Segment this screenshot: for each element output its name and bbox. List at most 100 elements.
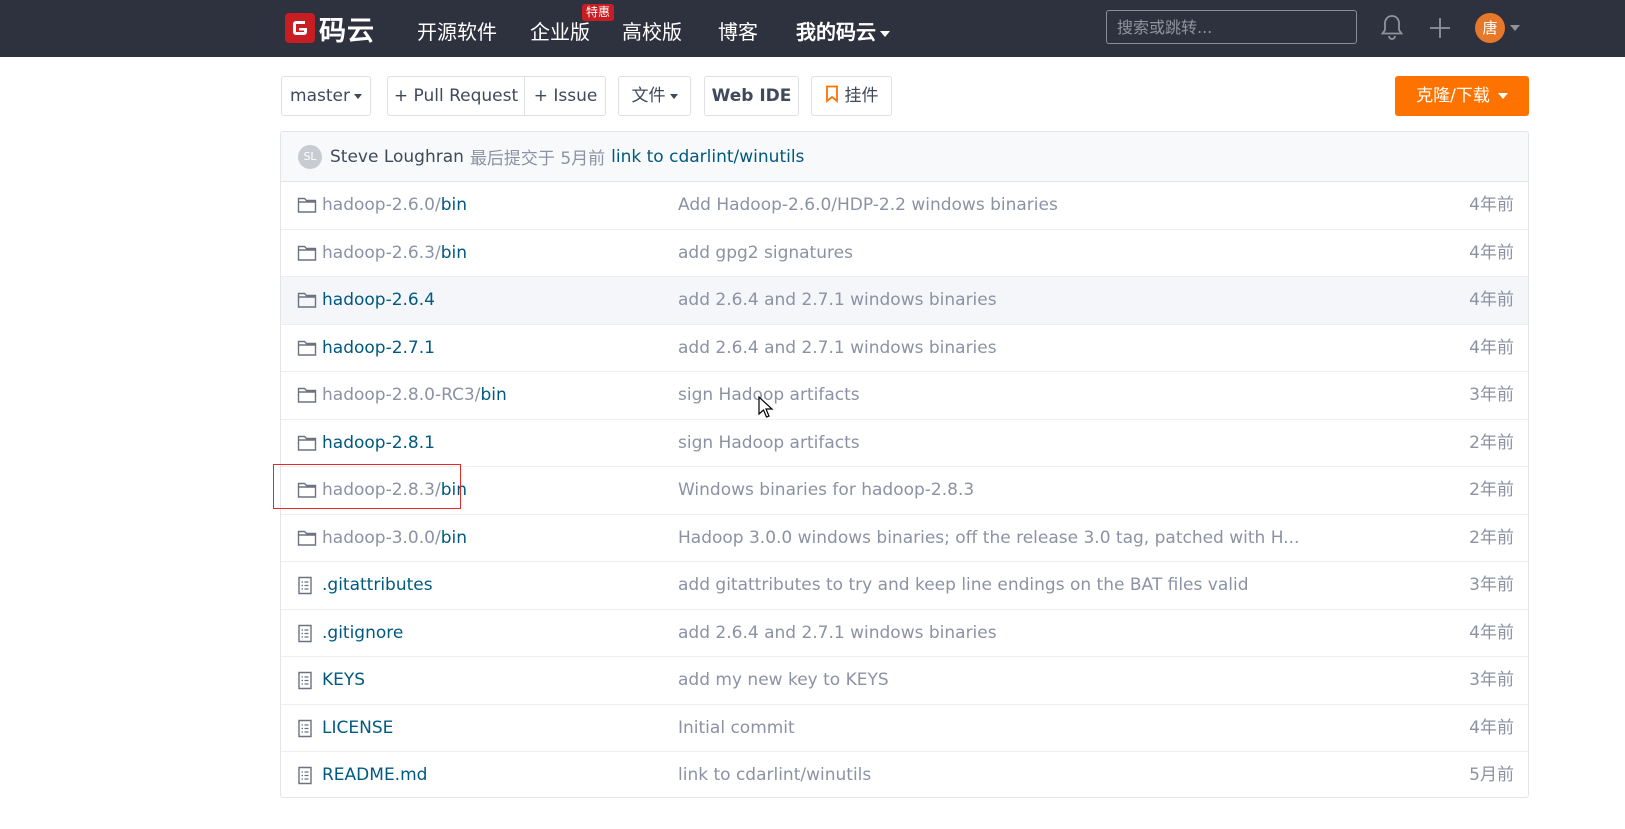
bookmark-icon [825,85,838,103]
last-commit-message[interactable]: add 2.6.4 and 2.7.1 windows binaries [678,610,997,657]
entry-name: hadoop-3.0.0/bin [322,515,467,562]
entry-name-link[interactable]: README.md [322,765,427,785]
last-commit-message[interactable]: Add Hadoop-2.6.0/HDP-2.2 windows binarie… [678,182,1058,229]
last-commit-time: 2年前 [1469,432,1514,453]
last-commit-time: 2年前 [1469,480,1514,500]
last-commit-message[interactable]: Initial commit [678,705,795,752]
folder-row[interactable]: hadoop-3.0.0/bin Hadoop 3.0.0 windows bin… [281,515,1528,562]
entry-name-link[interactable]: bin [441,528,467,548]
entry-name: hadoop-2.8.0-RC3/bin [322,372,507,419]
entry-name-link[interactable]: bin [480,385,506,405]
last-commit-message[interactable]: link to cdarlint/winutils [678,752,871,797]
folder-icon [297,291,317,314]
path-prefix[interactable]: hadoop-2.6.3/ [322,243,441,263]
file-icon [297,671,313,695]
folder-row[interactable]: hadoop-2.6.0/bin Add Hadoop-2.6.0/HDP-2.2… [281,182,1528,230]
nav-open-source[interactable]: 开源软件 [417,16,497,45]
file-row[interactable]: .gitattributes add gitattributes to try a… [281,562,1528,610]
promo-badge: 特惠 [582,4,615,21]
folder-row[interactable]: hadoop-2.6.3/bin add gpg2 signatures 4年前 [281,230,1528,277]
folder-row[interactable]: hadoop-2.6.4 add 2.6.4 and 2.7.1 windows … [281,277,1528,325]
folder-icon [297,386,317,409]
widget-label: 挂件 [844,86,879,106]
path-prefix[interactable]: hadoop-3.0.0/ [322,528,441,548]
file-list: SL Steve Loughran 最后提交于 5月前 link to cdar… [280,131,1529,798]
entry-name-link[interactable]: bin [441,243,467,263]
files-dropdown[interactable]: 文件 [618,76,691,116]
chevron-down-icon [353,93,362,99]
last-commit-time: 3年前 [1469,575,1514,595]
file-icon [297,766,313,790]
file-row[interactable]: README.md link to cdarlint/winutils 5月前 [281,752,1528,797]
folder-icon [297,339,317,362]
last-commit-message[interactable]: add my new key to KEYS [678,657,889,704]
nav-my-gitee[interactable]: 我的码云 [796,16,890,45]
commit-author-avatar[interactable]: SL [298,144,322,169]
widget-button[interactable]: 挂件 [811,76,892,116]
last-commit-message[interactable]: Windows binaries for hadoop-2.8.3 [678,467,974,514]
last-commit-time: 2年前 [1469,527,1514,548]
last-commit-message[interactable]: add 2.6.4 and 2.7.1 windows binaries [678,277,997,324]
last-commit-message[interactable]: Hadoop 3.0.0 windows binaries; off the r… [678,515,1299,562]
search-input[interactable]: 搜索或跳转... [1106,10,1357,44]
branch-select[interactable]: master [281,76,371,116]
entry-name-link[interactable]: hadoop-2.8.1 [322,433,435,453]
path-prefix[interactable]: hadoop-2.8.0-RC3/ [322,385,480,405]
nav-enterprise[interactable]: 企业版 [530,16,590,45]
folder-icon [297,529,317,552]
folder-row[interactable]: hadoop-2.8.1 sign Hadoop artifacts 2年前 [281,420,1528,467]
path-prefix[interactable]: hadoop-2.6.0/ [322,195,441,215]
folder-row[interactable]: hadoop-2.8.0-RC3/bin sign Hadoop artifact… [281,372,1528,420]
clone-download-button[interactable]: 克隆/下载 [1395,76,1529,116]
logo[interactable]: 码云 [285,12,375,47]
commit-message[interactable]: link to cdarlint/winutils [611,147,804,167]
last-commit-time: 4年前 [1469,622,1514,643]
chevron-down-icon[interactable] [1510,25,1520,31]
folder-row[interactable]: hadoop-2.7.1 add 2.6.4 and 2.7.1 windows … [281,325,1528,372]
file-row[interactable]: .gitignore add 2.6.4 and 2.7.1 windows bi… [281,610,1528,657]
file-row[interactable]: KEYS add my new key to KEYS 3年前 [281,657,1528,705]
clone-label: 克隆/下载 [1416,86,1490,106]
entry-name-link[interactable]: bin [441,195,467,215]
entry-name: LICENSE [322,705,393,752]
folder-row[interactable]: hadoop-2.8.3/bin Windows binaries for had… [281,467,1528,515]
plus-icon[interactable] [1428,16,1452,44]
file-icon [297,576,313,600]
entry-name-link[interactable]: .gitignore [322,623,403,643]
folder-icon [297,434,317,457]
file-row[interactable]: LICENSE Initial commit 4年前 [281,705,1528,752]
nav-education[interactable]: 高校版 [622,16,682,45]
latest-commit-bar: SL Steve Loughran 最后提交于 5月前 link to cdar… [281,132,1528,182]
last-commit-message[interactable]: add gitattributes to try and keep line e… [678,562,1249,609]
gitee-logo-icon [285,13,315,43]
folder-icon [297,196,317,219]
web-ide-button[interactable]: Web IDE [704,76,799,116]
entry-name: hadoop-2.6.4 [322,277,435,324]
last-commit-time: 4年前 [1469,290,1514,310]
highlight-annotation [273,464,461,509]
issue-button[interactable]: + Issue [525,77,606,115]
pull-request-button[interactable]: + Pull Request [387,77,525,115]
entry-name-link[interactable]: .gitattributes [322,575,433,595]
last-commit-message[interactable]: add gpg2 signatures [678,230,853,277]
entry-name-link[interactable]: KEYS [322,670,365,690]
files-label: 文件 [631,86,666,106]
entry-name: README.md [322,752,427,797]
entry-name-link[interactable]: hadoop-2.6.4 [322,290,435,310]
file-icon [297,624,313,648]
nav-blog[interactable]: 博客 [718,16,758,45]
chevron-down-icon [880,30,890,37]
logo-text: 码云 [319,15,375,47]
entry-name-link[interactable]: LICENSE [322,718,393,738]
entry-name: hadoop-2.8.1 [322,420,435,467]
bell-icon[interactable] [1380,13,1404,45]
commit-author[interactable]: Steve Loughran [330,147,464,167]
last-commit-message[interactable]: add 2.6.4 and 2.7.1 windows binaries [678,325,997,372]
last-commit-message[interactable]: sign Hadoop artifacts [678,420,860,467]
top-navbar: 码云 开源软件 企业版 特惠 高校版 博客 我的码云 搜索或跳转... 唐 [0,0,1625,57]
folder-icon [297,244,317,267]
entry-name: hadoop-2.6.3/bin [322,230,467,277]
entry-name-link[interactable]: hadoop-2.7.1 [322,338,435,358]
avatar[interactable]: 唐 [1475,13,1505,43]
entry-name: .gitattributes [322,562,433,609]
